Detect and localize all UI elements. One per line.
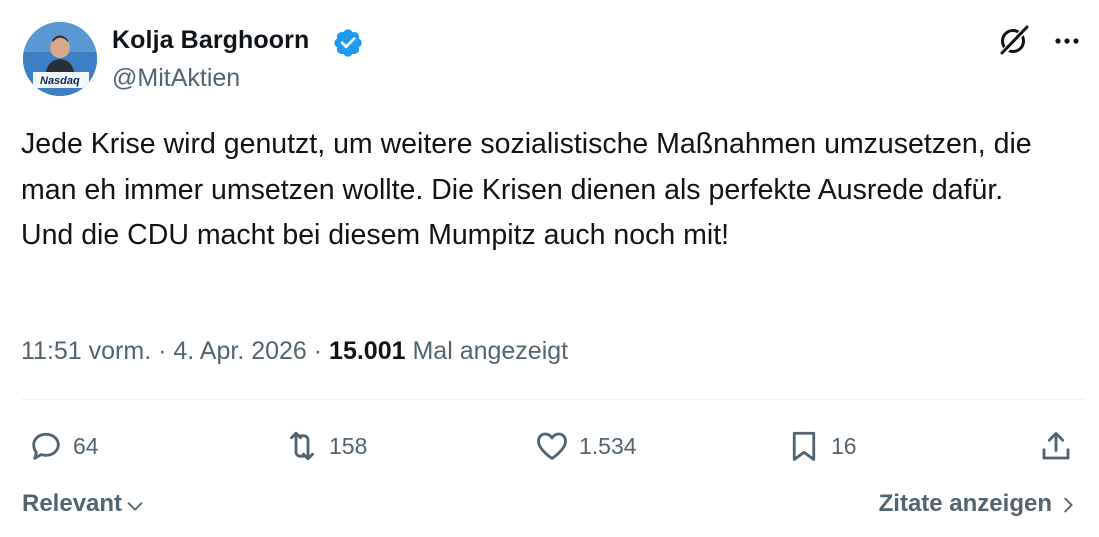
quotes-label: Zitate anzeigen [878,490,1052,517]
chevron-down-icon [127,501,143,511]
chevron-right-icon [1064,497,1073,513]
share-button[interactable] [1038,424,1074,468]
reply-button[interactable]: 64 [28,424,99,468]
author-handle[interactable]: @MitAktien [112,62,240,94]
views-label: Mal angezeigt [405,337,569,365]
share-icon [1042,432,1070,460]
tweet-meta: 11:51 vorm. · 4. Apr. 2026 · 15.001 Mal … [21,334,568,368]
repost-icon [290,431,314,461]
like-button[interactable]: 1.534 [534,424,637,468]
tweet-time[interactable]: 11:51 vorm. [21,337,151,365]
repost-count: 158 [329,432,368,459]
reply-icon [32,432,60,460]
tweet-date[interactable]: 4. Apr. 2026 [173,337,306,365]
repost-button[interactable]: 158 [284,424,367,468]
meta-separator: · [151,337,174,365]
more-icon[interactable] [1050,26,1084,56]
reply-count: 64 [73,432,99,459]
meta-separator: · [306,337,330,365]
avatar[interactable]: Nasdaq [23,22,97,96]
author-name[interactable]: Kolja Barghoorn [112,24,309,56]
views-count: 15.001 [329,337,406,365]
bookmark-count: 16 [831,432,857,459]
bookmark-button[interactable]: 16 [786,424,857,468]
like-icon [537,432,567,460]
like-count: 1.534 [579,432,637,459]
show-quotes-link[interactable]: Zitate anzeigen [879,490,1078,518]
grok-icon[interactable] [996,22,1032,58]
tweet-text: Jede Krise wird genutzt, um weitere sozi… [21,128,1032,251]
bookmark-icon [792,431,816,461]
sort-dropdown[interactable]: Relevant [22,490,146,518]
sort-label: Relevant [22,490,123,517]
verified-badge-icon [334,29,362,57]
divider [21,399,1084,400]
svg-text:Nasdaq: Nasdaq [40,75,80,87]
